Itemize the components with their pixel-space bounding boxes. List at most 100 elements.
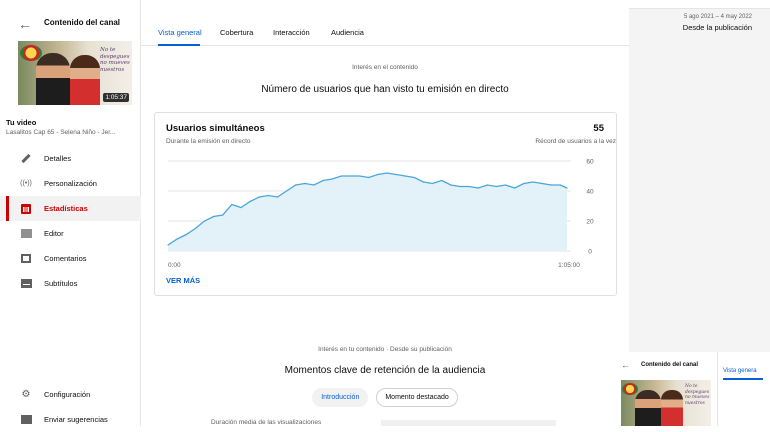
data-point bbox=[331, 178, 333, 180]
divider bbox=[717, 352, 718, 426]
data-point bbox=[477, 187, 479, 189]
peak-note: Récord de usuarios a la vez bbox=[535, 138, 616, 145]
data-point bbox=[395, 173, 397, 176]
data-point bbox=[286, 190, 288, 192]
mini-window-preview: ← Contenido del canal No te despegues no… bbox=[613, 352, 770, 426]
data-point bbox=[422, 181, 425, 183]
series-area bbox=[168, 173, 567, 251]
data-point bbox=[495, 185, 498, 188]
sidebar-item-label: Personalización bbox=[44, 179, 97, 188]
pill-introduccion[interactable]: Introducción bbox=[312, 388, 369, 407]
analytics-icon bbox=[20, 203, 32, 215]
peak-value: 55 bbox=[593, 123, 604, 134]
feedback-icon bbox=[20, 414, 32, 426]
x-tick-label: 1:05:00 bbox=[558, 262, 580, 269]
data-point bbox=[431, 182, 434, 185]
data-point bbox=[504, 184, 507, 186]
data-point bbox=[258, 196, 260, 198]
data-point bbox=[413, 176, 415, 179]
date-range-selector[interactable]: 5 ago 2021 – 4 may 2022 Desde la publica… bbox=[683, 14, 752, 32]
y-tick-label: 0 bbox=[588, 249, 592, 256]
sidebar-item-detalles[interactable]: Detalles bbox=[0, 146, 141, 171]
sidebar-item-personalizacion[interactable]: ((•)) Personalización bbox=[0, 171, 141, 196]
data-point bbox=[231, 203, 233, 206]
data-point bbox=[240, 206, 242, 209]
data-point bbox=[167, 244, 169, 246]
data-point bbox=[441, 179, 443, 182]
arrow-left-icon[interactable]: ← bbox=[18, 16, 32, 32]
concurrent-viewers-chart: 0 20 40 60 0:00 1:05:00 bbox=[167, 159, 594, 269]
gear-icon: ⚙ bbox=[21, 389, 31, 400]
tab-vista-general[interactable]: Vista general bbox=[158, 28, 202, 37]
comments-icon bbox=[20, 253, 32, 265]
section-kicker-2: Interés en tu contenido · Desde su publi… bbox=[318, 346, 452, 353]
data-point bbox=[340, 175, 342, 177]
sidebar-item-label: Configuración bbox=[44, 390, 91, 399]
subtitles-icon bbox=[20, 278, 32, 290]
sidebar-item-subtitulos[interactable]: Subtítulos bbox=[0, 271, 141, 296]
data-point bbox=[185, 233, 187, 236]
main-content: Interés en el contenido Número de usuari… bbox=[141, 46, 629, 426]
data-point bbox=[532, 181, 534, 183]
sidebar-header: ← Contenido del canal bbox=[0, 10, 141, 38]
thumbnail-person-right bbox=[70, 55, 100, 105]
your-video-label: Tu video bbox=[6, 118, 37, 127]
pill-momento-destacado[interactable]: Momento destacado bbox=[376, 388, 458, 407]
broadcast-icon: ((•)) bbox=[20, 180, 32, 187]
active-tab-indicator bbox=[723, 378, 763, 380]
date-range-dates: 5 ago 2021 – 4 may 2022 bbox=[683, 14, 752, 20]
data-point bbox=[450, 184, 452, 186]
thumbnail-script-text: No te despegues no mueves nuestros bbox=[100, 47, 130, 73]
concurrent-viewers-card: Usuarios simultáneos Durante la emisión … bbox=[154, 112, 617, 296]
sidebar-title: Contenido del canal bbox=[44, 18, 121, 27]
x-tick-label: 0:00 bbox=[168, 262, 181, 269]
data-point bbox=[304, 182, 306, 185]
data-point bbox=[222, 214, 224, 216]
data-point bbox=[313, 184, 315, 186]
data-point bbox=[459, 185, 461, 188]
tab-audiencia[interactable]: Audiencia bbox=[331, 28, 364, 37]
mini-tab-vista-general[interactable]: Vista genera bbox=[723, 368, 757, 374]
data-point bbox=[322, 179, 324, 182]
retention-pill-group: Introducción Momento destacado bbox=[141, 388, 629, 407]
sidebar-item-label: Editor bbox=[44, 229, 64, 238]
mini-video-thumbnail[interactable]: No te despegues no mueves nuestros bbox=[621, 380, 711, 426]
avg-view-duration-bar bbox=[381, 420, 556, 426]
data-point bbox=[368, 176, 370, 179]
video-duration: 1:05:37 bbox=[103, 93, 129, 102]
tab-cobertura[interactable]: Cobertura bbox=[220, 28, 253, 37]
y-tick-label: 20 bbox=[586, 219, 594, 226]
data-point bbox=[377, 173, 379, 176]
data-point bbox=[213, 215, 215, 218]
video-name: Lasalitos Cap 65 - Selena Niño - Jer... bbox=[6, 129, 116, 136]
sidebar-item-sugerencias[interactable]: Enviar sugerencias bbox=[0, 407, 141, 432]
sidebar-item-label: Comentarios bbox=[44, 254, 87, 263]
card-title: Usuarios simultáneos bbox=[166, 123, 265, 134]
card-subtitle: Durante la emisión en directo bbox=[166, 138, 251, 145]
sidebar-item-label: Enviar sugerencias bbox=[44, 415, 108, 424]
tab-interaccion[interactable]: Interacción bbox=[273, 28, 310, 37]
pencil-icon bbox=[20, 153, 32, 165]
avg-view-duration-label: Duración media de las visualizaciones bbox=[211, 419, 322, 426]
data-point bbox=[523, 182, 525, 185]
data-point bbox=[358, 175, 361, 177]
sidebar-item-editor[interactable]: Editor bbox=[0, 221, 141, 246]
sidebar-item-configuracion[interactable]: ⚙ Configuración bbox=[0, 382, 141, 407]
arrow-left-icon[interactable]: ← bbox=[621, 360, 630, 370]
section-title-2: Momentos clave de retención de la audien… bbox=[284, 365, 486, 376]
data-point bbox=[550, 184, 552, 186]
video-thumbnail[interactable]: No te despegues no mueves nuestros 1:05:… bbox=[18, 41, 132, 105]
y-tick-label: 40 bbox=[586, 189, 594, 196]
sidebar-item-label: Subtítulos bbox=[44, 279, 78, 288]
sidebar: ← Contenido del canal No te despegues no… bbox=[0, 0, 141, 426]
data-point bbox=[386, 172, 388, 174]
sidebar-item-comentarios[interactable]: Comentarios bbox=[0, 246, 141, 271]
data-point bbox=[514, 187, 516, 189]
data-point bbox=[267, 194, 269, 197]
data-point bbox=[194, 227, 196, 230]
data-point bbox=[566, 187, 568, 189]
thumbnail-person-left bbox=[36, 53, 70, 105]
y-tick-label: 60 bbox=[586, 159, 594, 166]
sidebar-item-estadisticas[interactable]: Estadísticas bbox=[0, 196, 141, 221]
see-more-link[interactable]: VER MÁS bbox=[166, 276, 200, 285]
